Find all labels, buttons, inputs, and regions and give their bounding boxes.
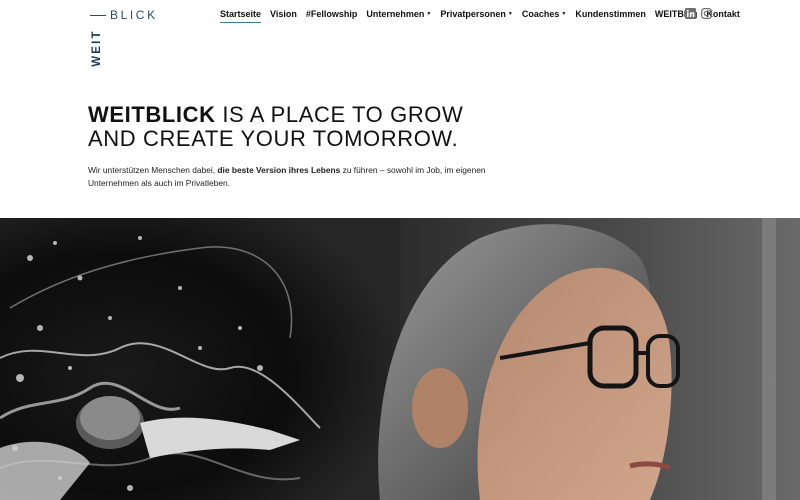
nav-label: Privatpersonen [440, 9, 506, 19]
logo[interactable]: BLICK WEIT [88, 8, 168, 67]
nav-item-kundenstimmen[interactable]: Kundenstimmen [575, 9, 646, 19]
hero-text-before: Wir unterstützen Menschen dabei, [88, 165, 218, 175]
nav-label: Startseite [220, 9, 262, 19]
nav-label: Unternehmen [366, 9, 425, 19]
nav-item-coaches[interactable]: Coaches ▼ [522, 9, 566, 19]
hero-text-bold: die beste Version ihres Lebens [217, 165, 341, 175]
social-links [685, 8, 717, 19]
logo-line [90, 15, 106, 16]
hero-image [0, 218, 800, 500]
logo-text-blick: BLICK [110, 8, 158, 22]
chevron-down-icon: ▼ [561, 11, 567, 17]
nav-item-startseite[interactable]: Startseite [220, 9, 262, 23]
nav-item-fellowship[interactable]: #Fellowship [306, 9, 358, 19]
nav-item-vision[interactable]: Vision [270, 9, 297, 19]
hero-title-line2: AND CREATE YOUR TOMORROW. [88, 126, 459, 151]
site-header: BLICK WEIT Startseite Vision #Fellowship… [0, 0, 800, 70]
nav-item-privatpersonen[interactable]: Privatpersonen ▼ [440, 9, 512, 19]
logo-text-weit: WEIT [91, 29, 103, 67]
instagram-icon[interactable] [701, 8, 712, 19]
hero-title-rest: IS A PLACE TO GROW [215, 102, 464, 127]
linkedin-icon[interactable] [685, 8, 696, 19]
nav-label: Vision [270, 9, 297, 19]
nav-label: Kundenstimmen [575, 9, 646, 19]
hero-title: WEITBLICK IS A PLACE TO GROW AND CREATE … [88, 103, 463, 151]
nav-label: Coaches [521, 9, 560, 19]
chevron-down-icon: ▼ [426, 11, 432, 17]
hero-description: Wir unterstützen Menschen dabei, die bes… [88, 164, 488, 190]
main-nav: Startseite Vision #Fellowship Unternehme… [220, 9, 749, 23]
hero-photo-composite [0, 218, 800, 500]
nav-label: #Fellowship [305, 9, 358, 19]
nav-item-unternehmen[interactable]: Unternehmen ▼ [366, 9, 431, 19]
hero-title-brand: WEITBLICK [88, 102, 216, 127]
chevron-down-icon: ▼ [507, 11, 513, 17]
